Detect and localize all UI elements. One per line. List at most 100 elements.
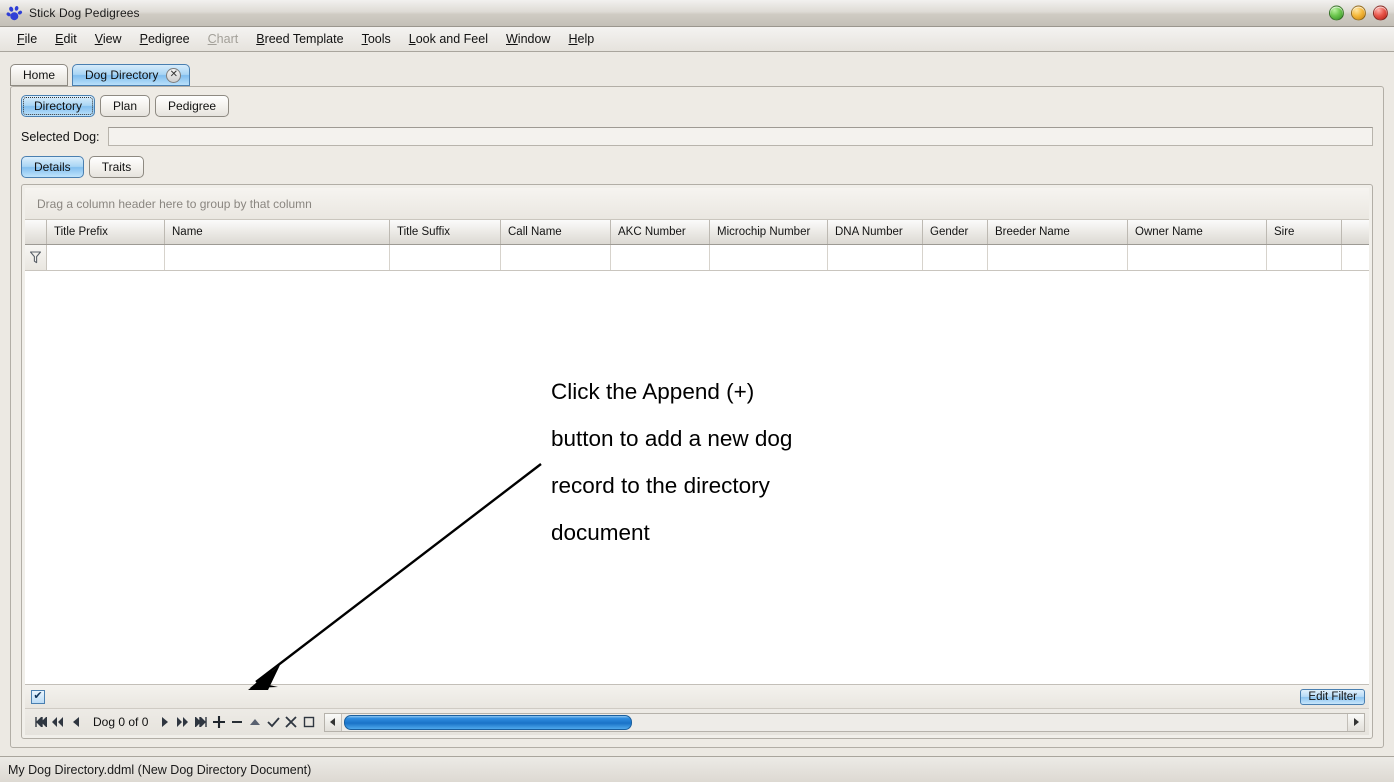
prev-page-button[interactable] [49, 712, 67, 732]
selected-dog-label: Selected Dog: [21, 130, 100, 144]
tab-details[interactable]: Details [21, 156, 84, 178]
view-tab-bar: Directory Plan Pedigree [21, 95, 1373, 117]
menu-breed-template[interactable]: Breed Template [247, 29, 352, 49]
column-header-dna-number-label: DNA Number [835, 226, 903, 238]
doc-tab-dog-directory-label: Dog Directory [85, 68, 158, 82]
detail-tab-bar: Details Traits [21, 156, 1373, 178]
horizontal-scrollbar[interactable] [324, 713, 1365, 732]
scroll-right-arrow-icon[interactable] [1347, 714, 1364, 731]
menu-breed-template-rest: reed Template [265, 32, 344, 46]
append-button[interactable] [210, 712, 228, 732]
next-page-button[interactable] [174, 712, 192, 732]
filter-cell-gender[interactable] [923, 245, 988, 270]
scroll-thumb[interactable] [344, 715, 632, 730]
menu-view-rest: iew [103, 32, 122, 46]
tab-pedigree-label: Pedigree [168, 99, 216, 113]
filter-cell-dna-number[interactable] [828, 245, 923, 270]
next-record-button[interactable] [156, 712, 174, 732]
column-header-microchip-number-label: Microchip Number [717, 226, 810, 238]
checkmark-icon: ✔ [33, 691, 42, 702]
filter-status-bar: ✔ Edit Filter [25, 685, 1369, 709]
column-header-title-prefix[interactable]: Title Prefix [47, 220, 165, 244]
column-header-sire[interactable]: Sire [1267, 220, 1342, 244]
column-header-call-name-label: Call Name [508, 226, 562, 238]
grid-footer: ✔ Edit Filter Dog [25, 684, 1369, 735]
column-header-title-suffix-label: Title Suffix [397, 226, 450, 238]
filter-cell-title-prefix[interactable] [47, 245, 165, 270]
menu-edit-rest: dit [64, 32, 77, 46]
post-button[interactable] [264, 712, 282, 732]
column-header-microchip-number[interactable]: Microchip Number [710, 220, 828, 244]
column-header-title-suffix[interactable]: Title Suffix [390, 220, 501, 244]
grid-filter-row [25, 245, 1369, 271]
edit-button[interactable] [246, 712, 264, 732]
application-window: Stick Dog Pedigrees File Edit View Pedig… [0, 0, 1394, 782]
column-header-call-name[interactable]: Call Name [501, 220, 611, 244]
last-record-button[interactable] [192, 712, 210, 732]
filter-cell-name[interactable] [165, 245, 390, 270]
cancel-button[interactable] [282, 712, 300, 732]
window-title: Stick Dog Pedigrees [29, 6, 140, 20]
filter-cell-call-name[interactable] [501, 245, 611, 270]
tab-plan[interactable]: Plan [100, 95, 150, 117]
column-header-name[interactable]: Name [165, 220, 390, 244]
edit-filter-button[interactable]: Edit Filter [1300, 689, 1365, 705]
tab-traits-label: Traits [102, 160, 132, 174]
title-bar: Stick Dog Pedigrees [0, 0, 1394, 27]
column-header-name-label: Name [172, 226, 203, 238]
column-header-gender-label: Gender [930, 226, 968, 238]
menu-pedigree[interactable]: Pedigree [131, 29, 199, 49]
column-header-breeder-name-label: Breeder Name [995, 226, 1070, 238]
column-header-owner-name[interactable]: Owner Name [1128, 220, 1267, 244]
column-header-owner-name-label: Owner Name [1135, 226, 1203, 238]
tab-directory-label: Directory [34, 99, 82, 113]
doc-tab-home[interactable]: Home [10, 64, 68, 86]
menu-file[interactable]: File [8, 29, 46, 49]
minimize-button[interactable] [1329, 6, 1344, 21]
delete-button[interactable] [228, 712, 246, 732]
menu-window[interactable]: Window [497, 29, 559, 49]
status-bar-text: My Dog Directory.ddml (New Dog Directory… [8, 763, 311, 777]
menu-bar: File Edit View Pedigree Chart Breed Temp… [0, 27, 1394, 52]
scroll-track[interactable] [342, 714, 1347, 731]
refresh-button[interactable] [300, 712, 318, 732]
filter-cell-sire[interactable] [1267, 245, 1342, 270]
column-header-gender[interactable]: Gender [923, 220, 988, 244]
menu-file-rest: ile [25, 32, 38, 46]
tab-directory[interactable]: Directory [21, 95, 95, 117]
filter-cell-breeder-name[interactable] [988, 245, 1128, 270]
filter-enabled-checkbox[interactable]: ✔ [31, 690, 45, 704]
filter-cell-akc-number[interactable] [611, 245, 710, 270]
column-header-dna-number[interactable]: DNA Number [828, 220, 923, 244]
tab-pedigree[interactable]: Pedigree [155, 95, 229, 117]
menu-window-rest: indow [518, 32, 551, 46]
menu-tools[interactable]: Tools [353, 29, 400, 49]
first-record-button[interactable] [31, 712, 49, 732]
menu-view[interactable]: View [86, 29, 131, 49]
column-header-akc-number[interactable]: AKC Number [611, 220, 710, 244]
column-header-sire-label: Sire [1274, 226, 1294, 238]
filter-cell-owner-name[interactable] [1128, 245, 1267, 270]
maximize-button[interactable] [1351, 6, 1366, 21]
filter-cell-microchip-number[interactable] [710, 245, 828, 270]
column-header-akc-number-label: AKC Number [618, 226, 686, 238]
doc-tab-dog-directory[interactable]: Dog Directory ✕ [72, 64, 190, 86]
close-icon[interactable]: ✕ [166, 68, 181, 83]
grid-header-row: Title Prefix Name Title Suffix Call Name… [25, 220, 1369, 245]
tab-plan-label: Plan [113, 99, 137, 113]
menu-look-and-feel[interactable]: Look and Feel [400, 29, 497, 49]
tab-traits[interactable]: Traits [89, 156, 145, 178]
close-button[interactable] [1373, 6, 1388, 21]
menu-look-and-feel-rest: ook and Feel [416, 32, 488, 46]
prev-record-button[interactable] [67, 712, 85, 732]
scroll-left-arrow-icon[interactable] [325, 714, 342, 731]
group-by-drop-area[interactable]: Drag a column header here to group by th… [25, 188, 1369, 220]
filter-funnel-icon[interactable] [25, 245, 47, 270]
selected-dog-row: Selected Dog: [21, 127, 1373, 146]
menu-edit[interactable]: Edit [46, 29, 86, 49]
menu-help[interactable]: Help [559, 29, 603, 49]
menu-chart-rest: hart [217, 32, 239, 46]
filter-cell-title-suffix[interactable] [390, 245, 501, 270]
column-header-breeder-name[interactable]: Breeder Name [988, 220, 1128, 244]
selected-dog-input[interactable] [108, 127, 1373, 146]
